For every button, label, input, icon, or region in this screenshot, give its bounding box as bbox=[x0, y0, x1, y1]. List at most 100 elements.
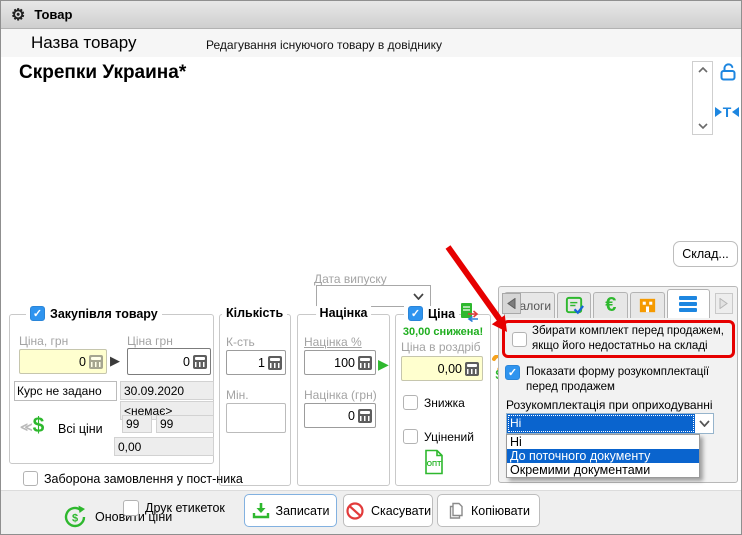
purchase-checkbox[interactable] bbox=[30, 306, 45, 321]
transfer-arrow-icon: ▶ bbox=[110, 353, 120, 369]
chevron-down-icon bbox=[413, 293, 424, 300]
combo-chevron-icon[interactable] bbox=[695, 414, 713, 433]
fit-text-icon[interactable]: T bbox=[713, 103, 741, 121]
menu-icon bbox=[678, 295, 698, 313]
collect-kit-checkbox[interactable] bbox=[512, 332, 527, 347]
warehouse-button[interactable]: Склад... bbox=[673, 241, 738, 267]
qty-label: К-сть bbox=[226, 335, 255, 349]
tab-kit-options[interactable] bbox=[667, 289, 710, 318]
collect-kit-highlight: Збирати комплект перед продажем, якщо йо… bbox=[502, 320, 735, 358]
purchase-price2-input[interactable]: 0 bbox=[127, 348, 211, 375]
calculator-icon[interactable] bbox=[89, 355, 103, 369]
dropdown-option-highlighted[interactable]: До поточного документу bbox=[507, 449, 699, 463]
purchase-price1-input[interactable]: 0 bbox=[19, 349, 107, 374]
product-name-label: Назва товару bbox=[31, 33, 136, 53]
save-icon bbox=[252, 502, 270, 519]
markup-pct-label[interactable]: Націнка % bbox=[304, 335, 362, 349]
price-groupbox: Ціна 30,00 снижена! Ціна в роздріб 0,00 … bbox=[395, 314, 491, 486]
markup-uah-label: Націнка (грн) bbox=[304, 388, 377, 402]
all-prices-label[interactable]: Всі ціни bbox=[58, 422, 103, 436]
edit-mode-subtitle: Редагування існуючого товару в довіднику bbox=[206, 38, 442, 52]
calculator-icon[interactable] bbox=[193, 355, 207, 369]
unkitting-combo-value: Ні bbox=[507, 414, 695, 433]
price-total-field: 0,00 bbox=[114, 437, 214, 456]
markdown-checkbox[interactable] bbox=[403, 429, 418, 444]
bottom-bar: $ Оновити ціни Друк етикеток Записати Ск… bbox=[1, 490, 742, 535]
price-transfer-icon[interactable] bbox=[458, 302, 480, 322]
fit-t-letter: T bbox=[723, 104, 732, 120]
release-date-label: Дата випуску bbox=[314, 272, 387, 286]
unlock-icon[interactable] bbox=[717, 61, 739, 83]
name-scrollbar[interactable] bbox=[692, 61, 713, 135]
copy-button[interactable]: Копіювати bbox=[437, 494, 540, 527]
forbid-order-checkbox[interactable] bbox=[23, 471, 38, 486]
print-labels-checkbox[interactable] bbox=[123, 500, 139, 516]
product-window: ⚙ Товар Назва товару Редагування існуючо… bbox=[0, 0, 742, 535]
building-icon bbox=[637, 295, 658, 316]
scroll-down-icon[interactable] bbox=[693, 118, 712, 134]
gear-icon: ⚙ bbox=[11, 5, 25, 25]
kit-settings-panel: алоги € bbox=[498, 286, 738, 483]
svg-text:$: $ bbox=[72, 513, 78, 525]
unkitting-dropdown-list: Ні До поточного документу Окремими докум… bbox=[506, 434, 700, 478]
price-99b-field: 99 bbox=[156, 415, 214, 433]
quantity-title: Кількість bbox=[226, 306, 283, 320]
retail-price-label: Ціна в роздріб bbox=[401, 340, 481, 354]
tab-warehouse[interactable] bbox=[630, 292, 665, 318]
calculator-icon[interactable] bbox=[465, 362, 479, 376]
calculator-icon[interactable] bbox=[268, 356, 282, 370]
discount-checkbox[interactable] bbox=[403, 395, 418, 410]
calculator-icon[interactable] bbox=[358, 409, 372, 423]
refresh-prices-icon: $ bbox=[61, 503, 89, 531]
markup-uah-input[interactable]: 0 bbox=[304, 403, 376, 428]
all-prices-icon: ≪$ bbox=[20, 415, 44, 436]
scroll-up-icon[interactable] bbox=[693, 62, 712, 78]
quantity-groupbox: Кількість К-сть 1 Мін. залиш. bbox=[219, 314, 291, 486]
copy-icon bbox=[447, 502, 465, 520]
min-stock-input[interactable] bbox=[226, 403, 286, 433]
discount-label: Знижка bbox=[424, 395, 465, 410]
barcode-icon[interactable] bbox=[717, 149, 742, 165]
svg-text:ОПТ: ОПТ bbox=[427, 461, 442, 468]
exchange-rate-field: Курс не задано bbox=[14, 381, 117, 401]
collect-kit-label: Збирати комплект перед продажем, якщо йо… bbox=[532, 324, 729, 353]
unkitting-combobox[interactable]: Ні bbox=[506, 413, 714, 434]
cancel-icon bbox=[345, 501, 365, 521]
purchase-title: Закупівля товару bbox=[50, 307, 158, 321]
release-date-select[interactable] bbox=[316, 285, 431, 307]
tab-currency[interactable]: € bbox=[593, 292, 628, 318]
tabs-scroll-right-icon[interactable] bbox=[715, 293, 733, 314]
forbid-order-label: Заборона замовлення у пост-ника bbox=[44, 472, 243, 486]
dropdown-option[interactable]: Окремими документами bbox=[507, 463, 699, 477]
euro-icon: € bbox=[605, 294, 616, 317]
unkitting-combo-label: Розукомплектація при оприходуванні bbox=[506, 398, 713, 412]
purchase-date-field: 30.09.2020 bbox=[120, 381, 214, 400]
tabs-scroll-left-icon[interactable] bbox=[502, 293, 521, 314]
price-reduced-notice: 30,00 снижена! bbox=[396, 326, 490, 338]
markup-groupbox: Націнка Націнка % 100 ▶ Націнка (грн) 0 bbox=[297, 314, 390, 486]
dropdown-option[interactable]: Ні bbox=[507, 435, 699, 449]
retail-price-input[interactable]: 0,00 bbox=[401, 356, 483, 381]
markdown-label: Уцінений bbox=[424, 429, 474, 444]
markup-pct-input[interactable]: 100 bbox=[304, 350, 376, 375]
print-labels-label: Друк етикеток bbox=[145, 501, 225, 515]
barcode-add-icon[interactable]: + bbox=[717, 193, 742, 209]
product-name-value[interactable]: Скрепки Украина* bbox=[19, 62, 186, 84]
purchase-groupbox: Закупівля товару Ціна, грн 0 ▶ Ціна грн … bbox=[9, 314, 214, 464]
purchase-price2-label: Ціна грн bbox=[127, 334, 173, 348]
cancel-button[interactable]: Скасувати bbox=[343, 494, 433, 527]
show-form-checkbox[interactable] bbox=[505, 365, 520, 380]
fit-left-arrow bbox=[715, 107, 722, 117]
price-checkbox[interactable] bbox=[408, 306, 423, 321]
apply-markup-arrow-icon[interactable]: ▶ bbox=[378, 356, 389, 373]
price-99a-field: 99 bbox=[122, 415, 152, 433]
qty-input[interactable]: 1 bbox=[226, 350, 286, 375]
tab-checklist[interactable] bbox=[557, 292, 592, 318]
price-title: Ціна bbox=[428, 307, 455, 321]
checklist-icon bbox=[564, 295, 585, 316]
calculator-icon[interactable] bbox=[358, 356, 372, 370]
wholesale-opt-icon[interactable]: ОПТ bbox=[422, 449, 446, 475]
save-button[interactable]: Записати bbox=[244, 494, 337, 527]
markup-title: Націнка bbox=[320, 306, 368, 320]
panel-tabs: алоги € bbox=[504, 289, 733, 318]
